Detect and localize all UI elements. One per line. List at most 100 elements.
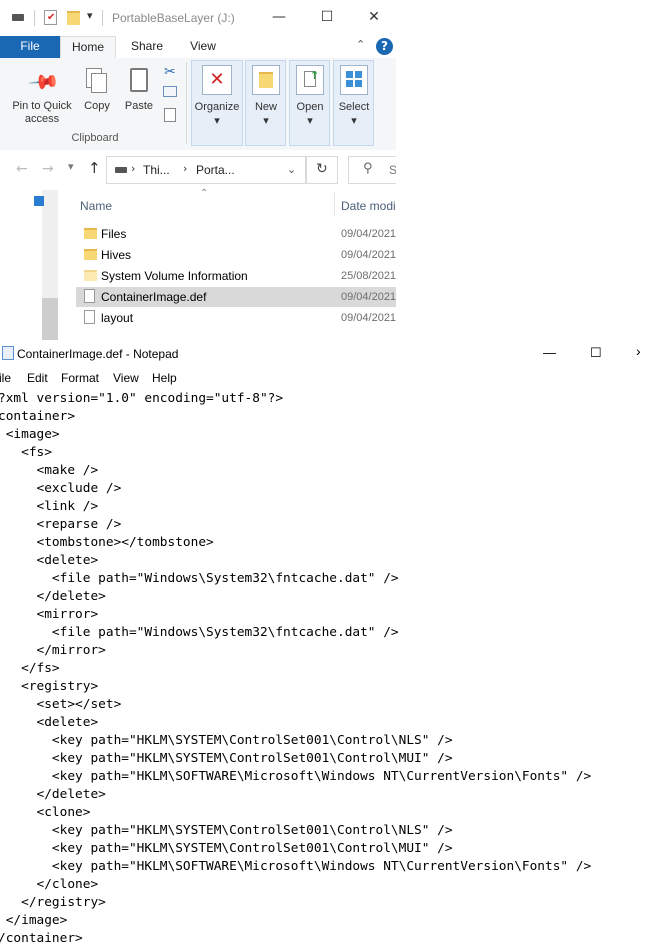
open-button[interactable]: ↑ Open ▾ — [289, 60, 330, 146]
select-button[interactable]: Select ▾ — [333, 60, 374, 146]
address-field[interactable]: › Thi... › Porta... ⌄ — [106, 156, 306, 184]
dropdown-arrow-icon: ▾ — [307, 115, 313, 127]
organize-button[interactable]: ✕ Organize ▾ — [191, 60, 243, 146]
forward-arrow-icon[interactable]: → — [42, 161, 54, 177]
text-line: <tombstone></tombstone> — [0, 535, 214, 550]
file-row[interactable]: Files 09/04/2021 — [76, 224, 396, 244]
breadcrumb-separator: › — [131, 162, 136, 175]
text-line: <key path="HKLM\SYSTEM\ControlSet001\Con… — [0, 841, 453, 856]
menu-format[interactable]: Format — [61, 371, 99, 385]
tab-home[interactable]: Home — [60, 36, 116, 58]
open-label: Open — [296, 101, 324, 113]
column-header-name[interactable]: Name — [80, 199, 112, 213]
text-line: </clone> — [0, 877, 99, 892]
text-line: container> — [0, 409, 76, 424]
pin-label-2: access — [24, 113, 60, 125]
delete-x-icon: ✕ — [202, 65, 232, 95]
paste-button[interactable]: Paste — [120, 62, 158, 122]
maximize-button[interactable]: ☐ — [312, 6, 342, 28]
ribbon-tabs: File Home Share View ⌃ ? — [0, 36, 396, 59]
file-row[interactable]: System Volume Information 25/08/2021 — [76, 266, 396, 286]
tab-view[interactable]: View — [180, 36, 226, 58]
file-row[interactable]: layout 09/04/2021 — [76, 308, 396, 328]
dropdown-arrow-icon: ▾ — [351, 115, 357, 127]
breadcrumb-separator: › — [183, 162, 188, 175]
minimize-button[interactable]: — — [543, 345, 556, 360]
menu-edit[interactable]: Edit — [27, 371, 48, 385]
breadcrumb-this-pc[interactable]: Thi... — [143, 163, 170, 177]
pin-icon: 📌 — [27, 64, 62, 100]
notepad-title: ContainerImage.def - Notepad — [17, 347, 179, 361]
text-line: </registry> — [0, 895, 106, 910]
file-row-selected[interactable]: ContainerImage.def 09/04/2021 — [76, 287, 396, 307]
address-dropdown-icon[interactable]: ⌄ — [287, 163, 296, 176]
notepad-menu-bar: ile Edit Format View Help — [0, 368, 652, 390]
file-list-pane: ⌃ Name Date modi Files 09/04/2021 Hives … — [0, 188, 396, 340]
file-date: 09/04/2021 — [341, 291, 396, 303]
paste-shortcut-icon[interactable] — [164, 108, 176, 122]
new-folder-large-icon — [252, 65, 280, 95]
text-line: <registry> — [0, 679, 99, 694]
up-arrow-icon[interactable]: ↑ — [88, 159, 101, 177]
text-line: <set></set> — [0, 697, 122, 712]
file-explorer-window: ✔ ▾ PortableBaseLayer (J:) — ☐ ✕ File Ho… — [0, 0, 396, 340]
text-line: <make /> — [0, 463, 99, 478]
new-button[interactable]: New ▾ — [245, 60, 286, 146]
file-row[interactable]: Hives 09/04/2021 — [76, 245, 396, 265]
new-folder-icon[interactable] — [67, 11, 80, 25]
notepad-window: ContainerImage.def - Notepad — ☐ › ile E… — [0, 340, 652, 948]
tab-file[interactable]: File — [0, 36, 60, 58]
close-button[interactable]: › — [636, 343, 641, 359]
column-divider[interactable] — [334, 192, 335, 216]
text-line: <image> — [0, 427, 60, 442]
clipboard-icon — [130, 68, 148, 92]
recent-locations-icon[interactable]: ▾ — [68, 160, 74, 173]
explorer-title-bar: ✔ ▾ PortableBaseLayer (J:) — ☐ ✕ — [0, 0, 396, 36]
notepad-icon — [2, 346, 14, 360]
dropdown-arrow-icon: ▾ — [214, 115, 220, 127]
text-line: <delete> — [0, 553, 99, 568]
close-button[interactable]: ✕ — [359, 6, 389, 28]
organize-label: Organize — [194, 101, 240, 113]
select-grid-icon — [340, 65, 368, 95]
back-arrow-icon[interactable]: ← — [16, 161, 28, 177]
file-name: Hives — [101, 248, 132, 262]
help-icon[interactable]: ? — [376, 38, 393, 55]
breadcrumb-drive[interactable]: Porta... — [196, 163, 235, 177]
search-field[interactable]: ⚲ S — [348, 156, 396, 184]
text-line: <fs> — [0, 445, 52, 460]
folder-icon — [84, 270, 97, 281]
refresh-button[interactable]: ↻ — [306, 156, 338, 184]
pin-label: Pin to Quick — [12, 100, 72, 112]
paste-label: Paste — [124, 100, 154, 112]
text-line: </fs> — [0, 661, 60, 676]
scrollbar-thumb[interactable] — [42, 298, 58, 340]
text-line: <delete> — [0, 715, 99, 730]
open-icon: ↑ — [296, 65, 324, 95]
pin-to-quick-access-button[interactable]: 📌 Pin to Quick access — [6, 62, 78, 128]
cut-icon[interactable]: ✂ — [164, 64, 176, 80]
menu-view[interactable]: View — [113, 371, 139, 385]
qat-dropdown-icon[interactable]: ▾ — [87, 9, 93, 22]
menu-help[interactable]: Help — [152, 371, 177, 385]
copy-icon-back — [91, 73, 107, 93]
maximize-button[interactable]: ☐ — [590, 345, 602, 361]
properties-icon[interactable]: ✔ — [44, 10, 57, 25]
copy-label: Copy — [84, 100, 110, 112]
menu-file[interactable]: ile — [0, 371, 11, 385]
text-line: </delete> — [0, 589, 106, 604]
column-header-date[interactable]: Date modi — [341, 199, 396, 213]
collapse-ribbon-icon[interactable]: ⌃ — [356, 38, 365, 51]
text-line: <key path="HKLM\SYSTEM\ControlSet001\Con… — [0, 733, 453, 748]
text-line: <mirror> — [0, 607, 99, 622]
text-line: <clone> — [0, 805, 91, 820]
text-line: </delete> — [0, 787, 106, 802]
divider — [102, 10, 103, 26]
copy-path-icon[interactable] — [163, 86, 177, 97]
notepad-text-area[interactable]: ?xml version="1.0" encoding="utf-8"?> con… — [0, 390, 591, 948]
minimize-button[interactable]: — — [264, 6, 294, 28]
divider — [34, 10, 35, 26]
select-label: Select — [338, 101, 370, 113]
tab-share[interactable]: Share — [122, 36, 172, 58]
copy-button[interactable]: Copy — [80, 62, 114, 122]
